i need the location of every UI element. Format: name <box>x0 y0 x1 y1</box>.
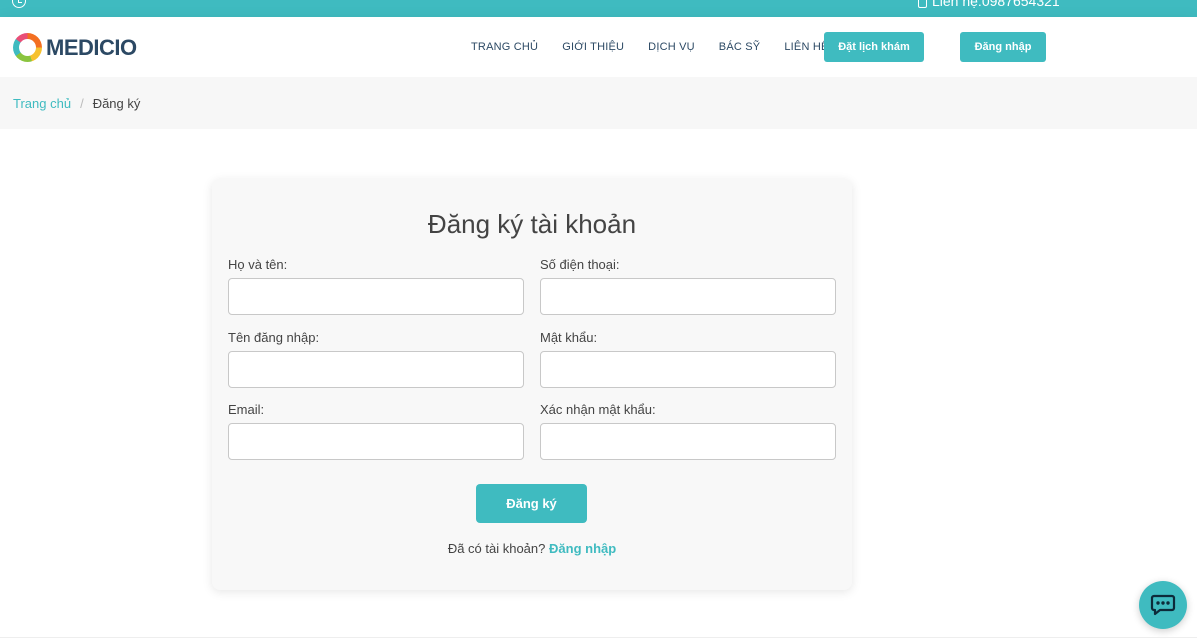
register-card: Đăng ký tài khoản Họ và tên: Số điện tho… <box>212 179 852 590</box>
phone-label: Số điện thoại: <box>540 257 620 272</box>
breadcrumb-separator: / <box>80 95 84 111</box>
breadcrumb: Trang chủ / Đăng ký <box>0 77 1197 129</box>
contact-info: Liên hệ:0987654321 <box>918 0 1060 8</box>
logo-ring-icon <box>13 33 42 62</box>
form-title: Đăng ký tài khoản <box>427 209 637 239</box>
nav-item-services[interactable]: DỊCH VỤ <box>636 41 707 53</box>
book-appointment-button[interactable]: Đặt lịch khám <box>824 32 924 62</box>
breadcrumb-current: Đăng ký <box>92 95 141 111</box>
brand-name: MEDICIO <box>46 34 137 60</box>
contact-text: Liên hệ:0987654321 <box>932 0 1060 9</box>
phone-input[interactable] <box>540 278 836 315</box>
chat-bubble-icon <box>1150 594 1176 616</box>
breadcrumb-home[interactable]: Trang chủ <box>13 96 71 111</box>
clock-icon <box>12 0 26 8</box>
email-input[interactable] <box>228 423 524 460</box>
username-group: Tên đăng nhập: <box>228 330 524 388</box>
header: MEDICIO TRANG CHỦ GIỚI THIỆU DỊCH VỤ BÁC… <box>0 17 1197 77</box>
fullname-input[interactable] <box>228 278 524 315</box>
login-button[interactable]: Đăng nhập <box>960 32 1046 62</box>
confirm-password-group: Xác nhận mật khẩu: <box>540 402 836 460</box>
fullname-group: Họ và tên: <box>228 257 524 315</box>
nav-item-doctors[interactable]: BÁC SỸ <box>707 41 773 53</box>
logo[interactable]: MEDICIO <box>13 33 137 62</box>
phone-group: Số điện thoại: <box>540 257 836 315</box>
username-input[interactable] <box>228 351 524 388</box>
password-input[interactable] <box>540 351 836 388</box>
nav-item-home[interactable]: TRANG CHỦ <box>459 41 550 53</box>
register-button[interactable]: Đăng ký <box>476 484 587 523</box>
password-group: Mật khẩu: <box>540 330 836 388</box>
chat-button[interactable] <box>1139 581 1187 629</box>
username-label: Tên đăng nhập: <box>228 330 320 345</box>
have-account-line: Đã có tài khoản? Đăng nhập <box>212 541 852 556</box>
fullname-label: Họ và tên: <box>228 257 288 272</box>
email-label: Email: <box>228 402 265 417</box>
phone-icon <box>918 0 927 8</box>
password-label: Mật khẩu: <box>540 330 598 345</box>
confirm-password-input[interactable] <box>540 423 836 460</box>
footer-divider <box>0 637 1197 638</box>
have-account-text: Đã có tài khoản? <box>447 541 546 556</box>
email-group: Email: <box>228 402 524 460</box>
top-bar: Liên hệ:0987654321 <box>0 0 1197 17</box>
confirm-password-label: Xác nhận mật khẩu: <box>540 402 656 417</box>
main-nav: TRANG CHỦ GIỚI THIỆU DỊCH VỤ BÁC SỸ LIÊN… <box>459 17 841 77</box>
nav-item-about[interactable]: GIỚI THIỆU <box>550 41 636 53</box>
login-link[interactable]: Đăng nhập <box>549 541 616 556</box>
